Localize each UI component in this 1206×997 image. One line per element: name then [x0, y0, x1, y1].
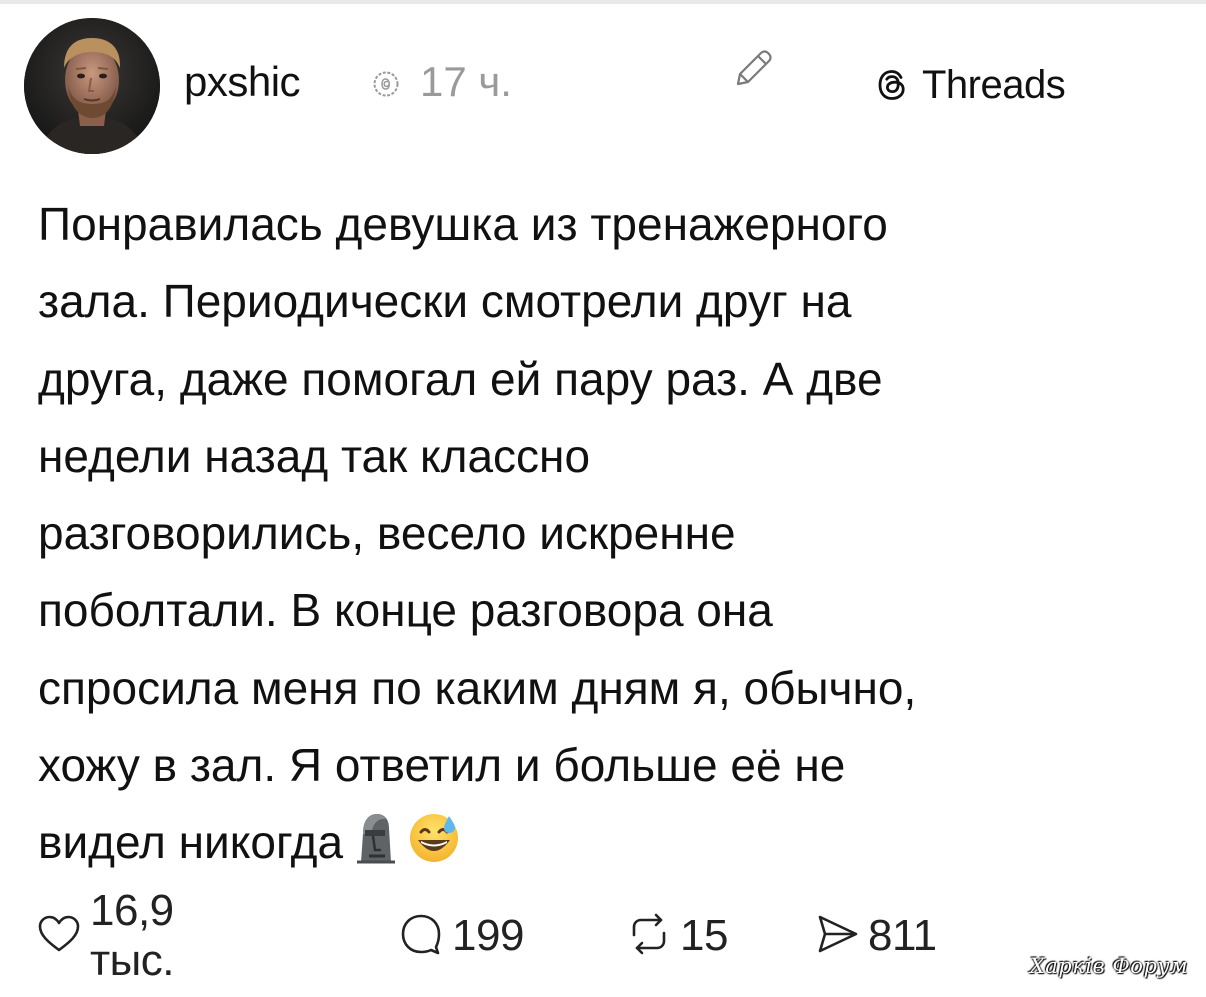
edit-icon[interactable]: [730, 46, 776, 92]
threads-label: Threads: [922, 62, 1066, 107]
grinning-sweat-emoji: [407, 810, 461, 887]
post-text-line: недели назад так классно: [38, 429, 591, 482]
watermark: Харків Форум: [1029, 954, 1188, 978]
post-text-line: разговорились, весело искренне: [38, 507, 736, 560]
username[interactable]: pxshic: [184, 58, 301, 106]
heart-icon: [36, 911, 90, 962]
likes-count: 16,9 тыс.: [90, 886, 175, 985]
post-header: pxshic 17 ч. Threads: [0, 0, 1206, 160]
comment-button[interactable]: 199: [398, 906, 524, 966]
repost-icon: [626, 911, 680, 962]
post-text-line: зала. Периодически смотрели друг на: [38, 275, 852, 328]
post-text-line: Понравилась девушка из тренажерного: [38, 198, 888, 250]
post-text-line: поболтали. В конце разговора она: [38, 584, 773, 637]
avatar[interactable]: [24, 18, 160, 154]
repost-button[interactable]: 15: [626, 906, 728, 966]
moai-emoji: [351, 810, 399, 887]
post-text-line: хожу в зал. Я ответил и больше её не: [38, 739, 846, 792]
share-button[interactable]: 811: [814, 906, 937, 966]
post-body: Понравилась девушка из тренажерного зала…: [38, 186, 1178, 888]
post-time: 17 ч.: [420, 58, 512, 105]
post-text-line: спросила меня по каким дням я, обычно,: [38, 661, 917, 714]
post-text-line: видел никогда: [38, 816, 344, 869]
post-text-line: друга, даже помогал ей пару раз. А две: [38, 352, 883, 405]
threads-link[interactable]: Threads: [872, 62, 1066, 108]
post-text-last-line: видел никогда: [38, 804, 1178, 887]
verified-icon: [372, 70, 400, 98]
shares-count: 811: [868, 911, 937, 960]
share-icon: [814, 911, 868, 962]
threads-icon: [872, 65, 912, 105]
comments-count: 199: [452, 911, 524, 960]
reposts-count: 15: [680, 911, 728, 960]
like-button[interactable]: 16,9 тыс.: [36, 886, 175, 985]
comment-icon: [398, 911, 452, 962]
